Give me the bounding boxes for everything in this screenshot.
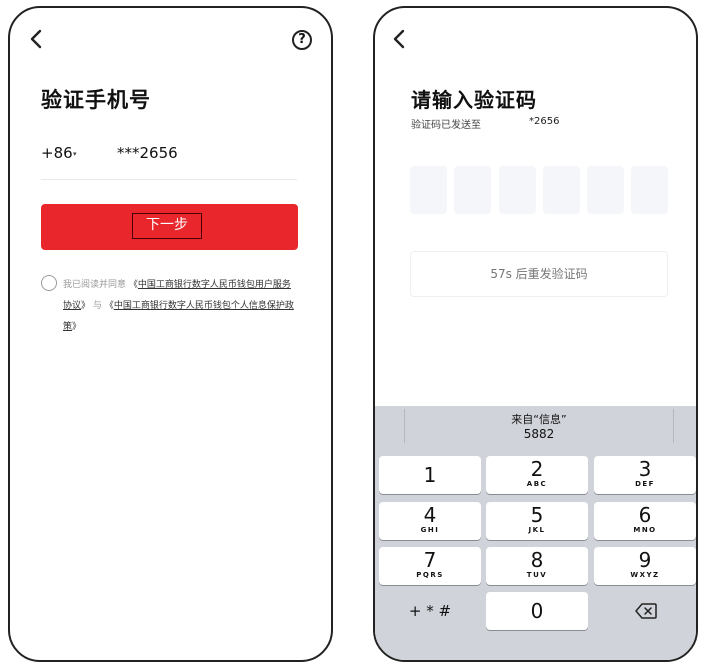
key-letters: DEF (635, 480, 655, 488)
enter-code-screen: 请输入验证码 验证码已发送至 *2656 57s 后重发验证码 来自“信息” 5… (373, 6, 698, 662)
chevron-left-icon[interactable] (391, 28, 409, 50)
key-digit: 6 (638, 503, 652, 527)
code-sent-label: 验证码已发送至 (411, 120, 481, 131)
key-5[interactable]: 5 JKL (486, 502, 588, 540)
key-9[interactable]: 9 WXYZ (594, 547, 696, 585)
next-step-button[interactable]: 下一步 (41, 204, 298, 250)
key-digit: 9 (638, 548, 652, 572)
bracket-close: 》 (81, 301, 91, 311)
suggestion-code: 5882 (523, 427, 555, 441)
agreement-text: 我已阅读并同意 《中国工商银行数字人民币钱包用户服务协议》 与 《中国工商银行数… (63, 275, 299, 338)
key-letters: PQRS (416, 571, 444, 579)
masked-phone-number: ***2656 (117, 144, 178, 162)
key-3[interactable]: 3 DEF (594, 456, 696, 494)
code-digit-box[interactable] (631, 166, 668, 214)
code-digit-box[interactable] (410, 166, 447, 214)
key-letters: WXYZ (630, 571, 660, 579)
page-title: 验证手机号 (41, 88, 151, 112)
key-2[interactable]: 2 ABC (486, 456, 588, 494)
bracket-close: 》 (72, 322, 82, 332)
code-digit-box[interactable] (587, 166, 624, 214)
code-digit-box[interactable] (454, 166, 491, 214)
key-digit: 0 (530, 599, 544, 623)
numeric-keyboard: 来自“信息” 5882 1 2 ABC 3 DEF 4 GHI 5 JKL 6 … (375, 406, 696, 660)
backspace-icon (635, 603, 657, 619)
key-digit: 2 (530, 457, 544, 481)
bracket-open: 《 (104, 301, 114, 311)
key-digit: 1 (423, 463, 437, 487)
key-digit: 4 (423, 503, 437, 527)
help-icon[interactable]: ? (292, 30, 312, 50)
suggestion-source: 来自“信息” (511, 413, 567, 426)
chevron-left-icon[interactable] (28, 28, 46, 50)
key-letters: ABC (526, 480, 548, 488)
key-letters: MNO (633, 526, 657, 534)
verify-phone-screen: ? 验证手机号 +86 ▾ ***2656 下一步 我已阅读并同意 《中国工商银… (8, 6, 333, 662)
symbols-key[interactable]: + * # (379, 592, 481, 630)
caret-down-icon[interactable]: ▾ (73, 150, 77, 158)
code-sent-number: *2656 (529, 116, 560, 127)
key-letters: TUV (526, 571, 548, 579)
agreement-conjunction: 与 (92, 301, 102, 311)
agreement-radio[interactable] (41, 275, 57, 291)
key-digit: 8 (530, 548, 544, 572)
key-8[interactable]: 8 TUV (486, 547, 588, 585)
key-0[interactable]: 0 (486, 592, 588, 630)
key-7[interactable]: 7 PQRS (379, 547, 481, 585)
key-letters: GHI (420, 526, 440, 534)
code-digit-box[interactable] (499, 166, 536, 214)
phone-number-field[interactable]: +86 ▾ ***2656 (41, 144, 297, 180)
key-digit: 3 (638, 457, 652, 481)
next-step-label: 下一步 (132, 213, 202, 239)
key-digit: 7 (423, 548, 437, 572)
key-4[interactable]: 4 GHI (379, 502, 481, 540)
page-title: 请输入验证码 (411, 88, 537, 112)
key-6[interactable]: 6 MNO (594, 502, 696, 540)
resend-code-button[interactable]: 57s 后重发验证码 (410, 251, 668, 297)
country-code-selector[interactable]: +86 (41, 144, 73, 162)
agreement-prefix: 我已阅读并同意 (63, 280, 127, 290)
bracket-open: 《 (128, 280, 138, 290)
autofill-suggestion[interactable]: 来自“信息” 5882 (404, 409, 674, 443)
key-letters: JKL (528, 526, 546, 534)
code-digit-box[interactable] (543, 166, 580, 214)
backspace-key[interactable] (594, 592, 696, 630)
key-digit: 5 (530, 503, 544, 527)
key-1[interactable]: 1 (379, 456, 481, 494)
